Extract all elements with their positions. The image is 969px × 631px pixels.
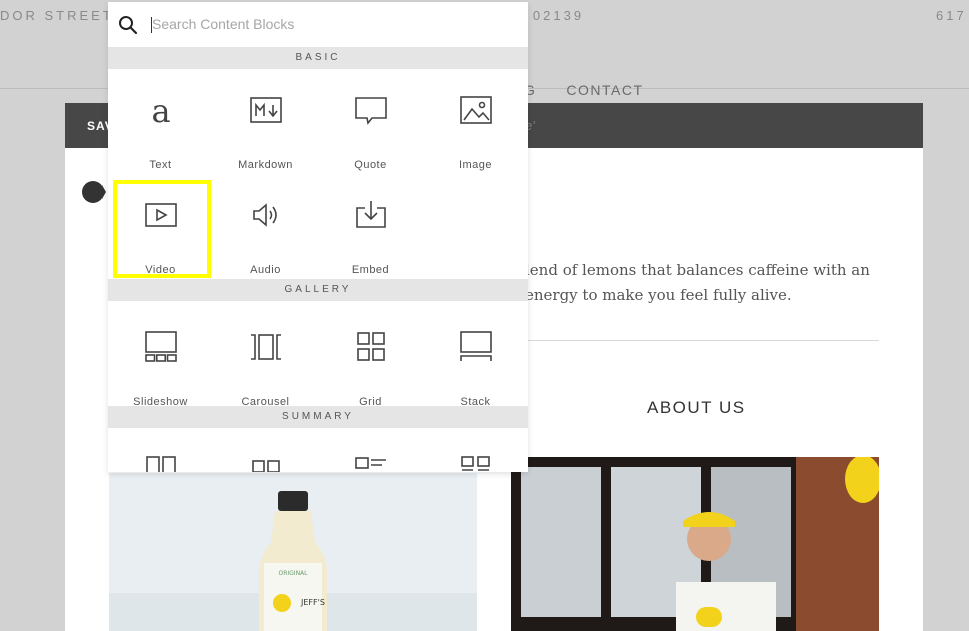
text-caret — [151, 17, 152, 33]
section-header-gallery: GALLERY — [108, 279, 528, 301]
content-block-picker: BASIC a Text Markdown Quote Image — [108, 2, 528, 472]
section-header-basic: BASIC — [108, 47, 528, 69]
block-summary-carousel[interactable] — [213, 432, 318, 472]
image-icon — [460, 96, 492, 124]
block-label: Embed — [351, 264, 390, 276]
summary-grid-icon — [461, 456, 490, 471]
search-icon — [119, 16, 138, 35]
svg-text:a: a — [151, 93, 170, 127]
intro-line-2: energy to make you feel fully alive. — [525, 286, 792, 304]
svg-text:JEFF'S: JEFF'S — [300, 598, 325, 607]
summary-carousel-icon — [252, 460, 280, 472]
block-quote[interactable]: Quote — [318, 69, 423, 174]
video-highlight-box — [113, 180, 211, 278]
block-carousel[interactable]: Carousel — [213, 306, 318, 411]
carousel-icon — [251, 334, 281, 360]
address-text-left: DOR STREET — [0, 8, 114, 23]
block-text[interactable]: a Text — [108, 69, 213, 174]
text-icon: a — [151, 93, 170, 127]
block-label: Audio — [250, 264, 281, 276]
block-label: Markdown — [238, 159, 293, 171]
block-image[interactable]: Image — [423, 69, 528, 174]
embed-icon — [356, 201, 386, 228]
about-heading: ABOUT US — [647, 398, 746, 417]
stack-icon — [460, 331, 492, 361]
summary-wall-icon — [146, 456, 176, 472]
svg-text:ORIGINAL: ORIGINAL — [278, 570, 308, 577]
nav-item-contact[interactable]: CONTACT — [566, 82, 643, 98]
summary-list-icon — [355, 457, 386, 469]
intro-line-1: lend of lemons that balances caffeine wi… — [525, 261, 870, 279]
block-embed[interactable]: Embed — [318, 174, 423, 279]
site-nav: G CONTACT — [524, 82, 644, 98]
slideshow-icon — [145, 331, 177, 362]
block-grid[interactable]: Grid — [318, 306, 423, 411]
markdown-icon — [250, 97, 282, 123]
block-label: Text — [149, 159, 172, 171]
grid-icon — [357, 332, 385, 361]
block-markdown[interactable]: Markdown — [213, 69, 318, 174]
audio-icon — [253, 203, 277, 227]
block-summary-wall[interactable] — [108, 432, 213, 472]
block-label: Quote — [354, 159, 387, 171]
search-input[interactable] — [150, 12, 512, 36]
lemonade-bottle-image: ORIGINAL JEFF'S — [109, 473, 477, 631]
block-insert-handle-icon[interactable] — [80, 181, 106, 203]
quote-icon — [355, 97, 387, 125]
block-stack[interactable]: Stack — [423, 306, 528, 411]
block-summary-grid[interactable] — [423, 432, 528, 472]
founder-photo-image — [511, 457, 879, 631]
intro-paragraph: lend of lemons that balances caffeine wi… — [525, 258, 885, 308]
block-audio[interactable]: Audio — [213, 174, 318, 279]
search-bar — [108, 2, 528, 47]
content-divider — [525, 340, 879, 341]
block-summary-list[interactable] — [318, 432, 423, 472]
block-slideshow[interactable]: Slideshow — [108, 306, 213, 411]
section-header-summary: SUMMARY — [108, 406, 528, 428]
phone-text: 617 — [936, 8, 967, 23]
block-label: Image — [458, 159, 493, 171]
